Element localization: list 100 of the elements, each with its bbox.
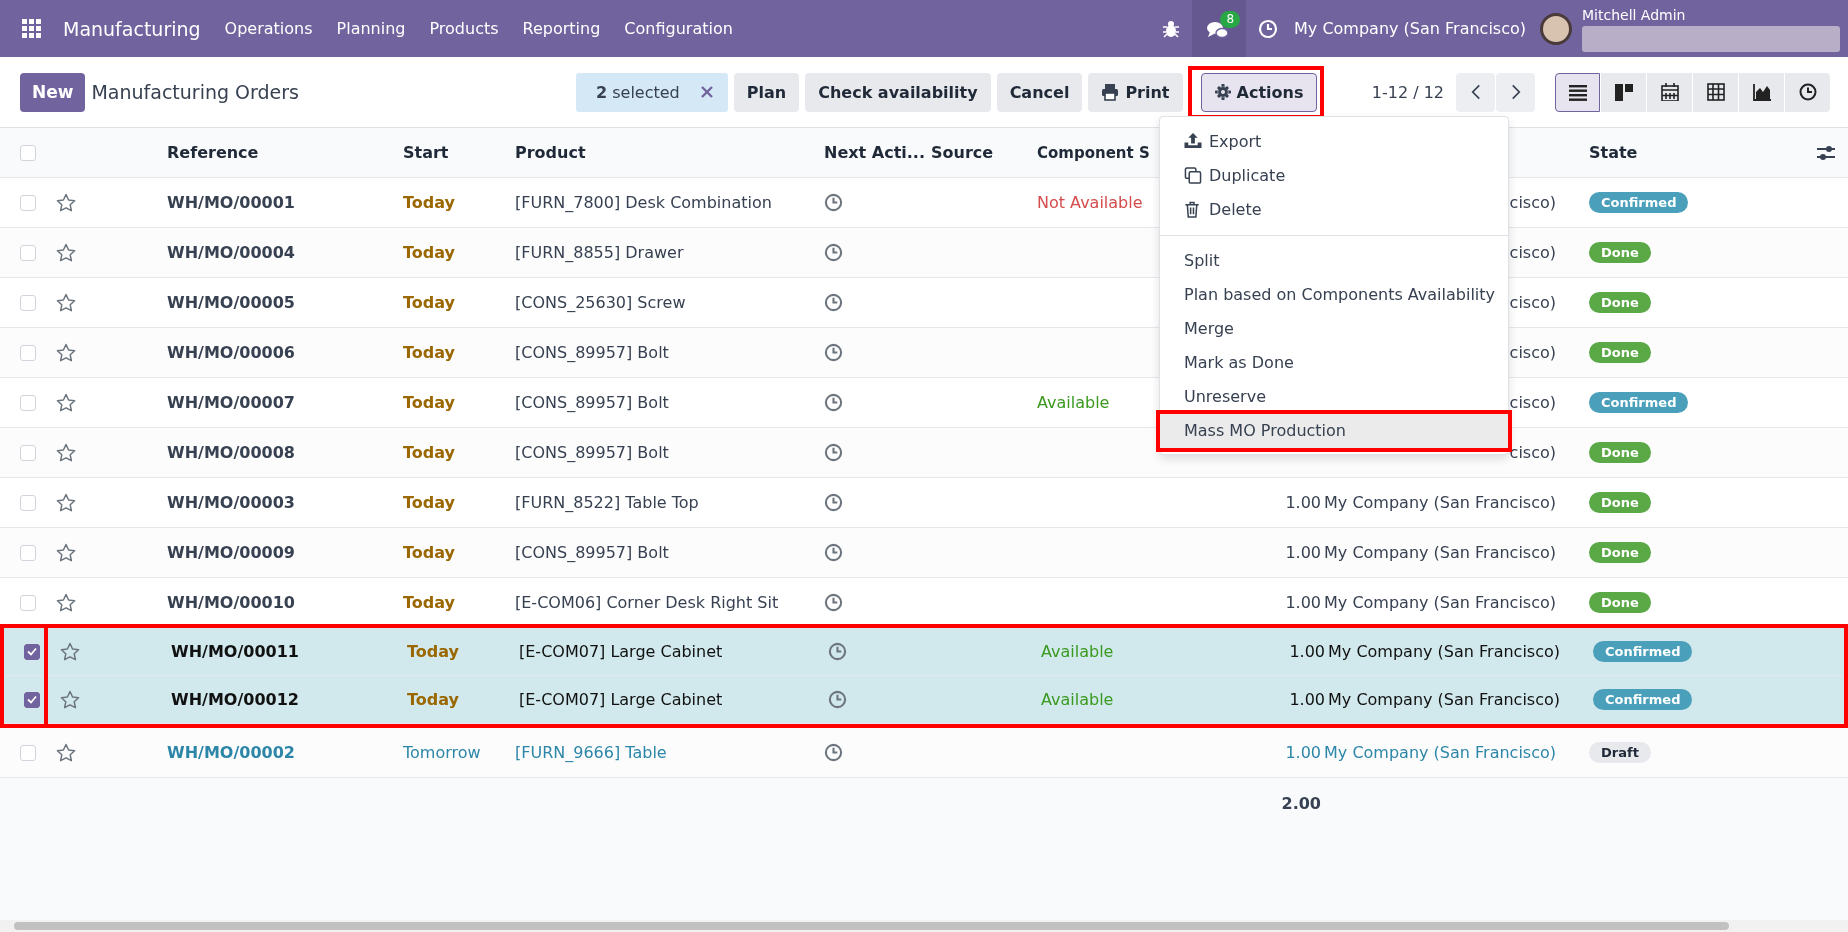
star-icon[interactable] xyxy=(56,342,76,363)
close-icon[interactable] xyxy=(699,85,714,99)
quantity-cell: 1.00 xyxy=(1289,690,1325,709)
reference-cell[interactable]: WH/MO/00007 xyxy=(167,393,295,412)
reference-cell[interactable]: WH/MO/00002 xyxy=(167,743,295,762)
apps-grid-icon xyxy=(22,19,41,38)
state-badge: Done xyxy=(1589,492,1651,513)
row-checkbox[interactable] xyxy=(24,691,40,708)
clock-icon[interactable] xyxy=(824,193,843,212)
start-date-cell: Today xyxy=(403,343,455,362)
reference-cell[interactable]: WH/MO/00010 xyxy=(167,593,295,612)
star-icon[interactable] xyxy=(56,392,76,413)
user-avatar[interactable] xyxy=(1540,12,1572,45)
star-icon[interactable] xyxy=(56,742,76,763)
column-header[interactable]: Source xyxy=(931,143,994,162)
company-cell: My Company (San Francisco) xyxy=(1328,690,1560,709)
selection-count: 2 selected xyxy=(596,82,680,102)
app-name[interactable]: Manufacturing xyxy=(55,17,213,40)
column-header[interactable]: Start xyxy=(403,143,449,162)
view-switch-button[interactable] xyxy=(1785,72,1830,112)
reference-cell[interactable]: WH/MO/00009 xyxy=(167,543,295,562)
star-icon[interactable] xyxy=(56,492,76,513)
company-switcher[interactable]: My Company (San Francisco) xyxy=(1290,19,1540,38)
star-icon[interactable] xyxy=(56,292,76,313)
column-header[interactable]: State xyxy=(1589,143,1638,162)
star-icon[interactable] xyxy=(60,641,80,662)
action-button[interactable]: Plan xyxy=(733,72,800,112)
reference-cell[interactable]: WH/MO/00006 xyxy=(167,343,295,362)
star-icon[interactable] xyxy=(60,689,80,710)
clock-icon[interactable] xyxy=(828,690,847,709)
print-button[interactable]: Print xyxy=(1088,72,1183,112)
nav-menu-item[interactable]: Operations xyxy=(212,19,325,38)
nav-menu-item[interactable]: Planning xyxy=(324,19,418,38)
quantity-cell: 1.00 xyxy=(1285,493,1321,512)
start-date-cell: Today xyxy=(403,443,455,462)
column-header[interactable]: Next Acti... xyxy=(824,143,925,162)
bug-icon xyxy=(1162,19,1181,38)
view-switch-button[interactable] xyxy=(1647,72,1692,112)
column-header[interactable]: Product xyxy=(515,143,586,162)
menu-item[interactable]: Export xyxy=(1160,124,1508,159)
clock-icon[interactable] xyxy=(824,343,843,362)
star-icon[interactable] xyxy=(56,242,76,263)
user-name[interactable]: Mitchell Admin xyxy=(1582,7,1848,23)
action-button[interactable]: Check availability xyxy=(805,72,991,112)
company-cell: My Company (San Francisco) xyxy=(1324,593,1556,612)
clock-icon[interactable] xyxy=(824,593,843,612)
nav-menu-item[interactable]: Configuration xyxy=(612,19,745,38)
nav-menu-item[interactable]: Products xyxy=(417,19,511,38)
view-switch-button[interactable] xyxy=(1601,72,1646,112)
clock-icon[interactable] xyxy=(828,642,847,661)
clock-icon[interactable] xyxy=(824,443,843,462)
company-cell: My Company (San Francisco) xyxy=(1328,642,1560,661)
horizontal-scrollbar[interactable] xyxy=(0,920,1848,932)
clock-icon[interactable] xyxy=(824,393,843,412)
column-header[interactable]: Reference xyxy=(167,143,259,162)
company-cell: cisco) xyxy=(1509,443,1556,462)
menu-item[interactable]: Merge xyxy=(1160,311,1508,346)
menu-item[interactable]: Split xyxy=(1160,243,1508,278)
reference-cell[interactable]: WH/MO/00001 xyxy=(167,193,295,212)
star-icon[interactable] xyxy=(56,592,76,613)
sliders-icon[interactable] xyxy=(1817,143,1835,162)
new-button[interactable]: New xyxy=(20,72,86,112)
view-switch-button[interactable] xyxy=(1693,72,1738,112)
star-icon[interactable] xyxy=(56,542,76,563)
reference-cell[interactable]: WH/MO/00003 xyxy=(167,493,295,512)
action-button[interactable]: Cancel xyxy=(996,72,1083,112)
component-status-cell: Available xyxy=(1037,393,1110,412)
reference-cell[interactable]: WH/MO/00008 xyxy=(167,443,295,462)
menu-item[interactable]: Delete xyxy=(1160,192,1508,227)
select-all-checkbox[interactable] xyxy=(20,144,36,161)
actions-button[interactable]: Actions xyxy=(1200,72,1318,112)
menu-item[interactable]: Duplicate xyxy=(1160,158,1508,193)
menu-item[interactable]: Plan based on Components Availability xyxy=(1160,277,1508,312)
reference-cell[interactable]: WH/MO/00012 xyxy=(171,690,299,709)
star-icon[interactable] xyxy=(56,192,76,213)
column-header[interactable]: Component S xyxy=(1037,143,1150,162)
menu-item[interactable]: Unreserve xyxy=(1160,379,1508,414)
component-status-cell: Not Available xyxy=(1037,193,1143,212)
state-badge: Done xyxy=(1589,542,1651,563)
reference-cell[interactable]: WH/MO/00011 xyxy=(171,642,299,661)
clock-icon[interactable] xyxy=(824,493,843,512)
state-badge: Confirmed xyxy=(1589,192,1689,213)
clock-icon[interactable] xyxy=(824,543,843,562)
clock-icon[interactable] xyxy=(824,743,843,762)
grid-table-icon xyxy=(1706,83,1725,101)
row-checkbox[interactable] xyxy=(24,643,40,660)
reference-cell[interactable]: WH/MO/00004 xyxy=(167,243,295,262)
reference-cell[interactable]: WH/MO/00005 xyxy=(167,293,295,312)
star-icon[interactable] xyxy=(56,442,76,463)
view-switch-button[interactable] xyxy=(1739,72,1784,112)
menu-item[interactable]: Mark as Done xyxy=(1160,345,1508,380)
clock-icon[interactable] xyxy=(824,293,843,312)
nav-menu-item[interactable]: Reporting xyxy=(510,19,613,38)
view-switch-button[interactable] xyxy=(1555,72,1600,112)
page-title: Manufacturing Orders xyxy=(91,81,299,103)
component-status-cell: Available xyxy=(1041,642,1114,661)
clock-icon[interactable] xyxy=(824,243,843,262)
product-cell: [CONS_89957] Bolt xyxy=(515,443,669,462)
start-date-cell: Today xyxy=(403,293,455,312)
state-badge: Confirmed xyxy=(1589,392,1689,413)
